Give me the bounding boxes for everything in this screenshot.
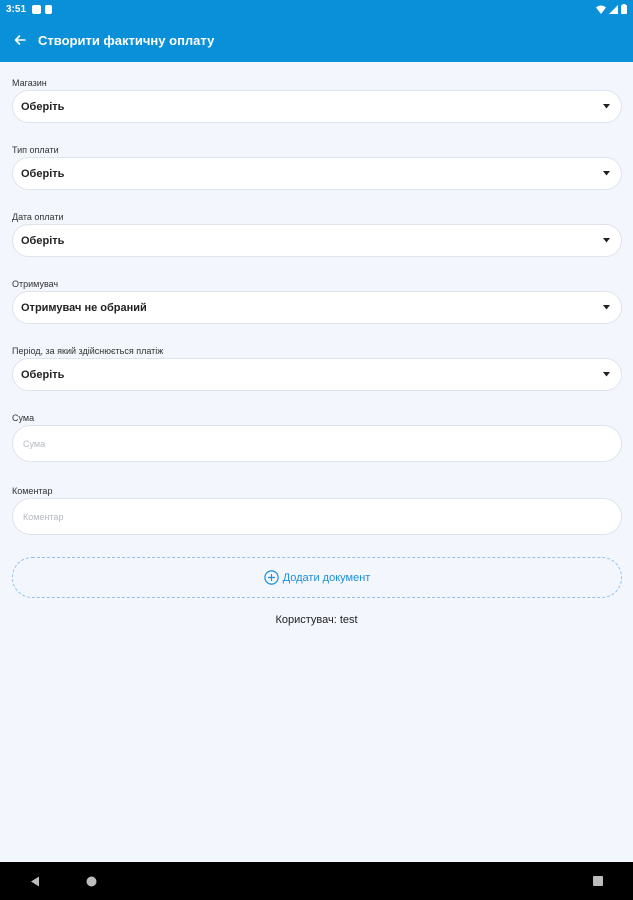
payment-date-select[interactable]: Оберіть [12,224,622,257]
store-label: Магазин [12,78,47,88]
sim-icon [45,4,53,14]
page-title: Створити фактичну оплату [38,32,215,48]
wifi-icon [596,5,606,14]
add-document-button[interactable]: Додати документ [12,557,622,598]
back-arrow-icon[interactable] [12,32,28,48]
app-bar: Створити фактичну оплату [0,18,633,62]
store-field: Магазин Оберіть [12,76,622,123]
system-nav-bar [0,862,633,900]
current-user-label: Користувач: test [275,614,358,626]
chevron-down-icon [601,102,611,112]
nav-home-icon[interactable] [84,874,98,888]
status-time: 3:51 [6,3,27,15]
battery-icon [621,4,627,14]
recipient-label: Отримувач [12,279,59,289]
nav-recents-icon[interactable] [591,874,605,888]
payment-date-field: Дата оплати Оберіть [12,210,622,257]
period-label: Період, за який здійснюється платіж [12,346,164,356]
payment-type-field: Тип оплати Оберіть [12,143,622,190]
signal-icon [609,4,618,14]
period-select[interactable]: Оберіть [12,358,622,391]
chevron-down-icon [601,303,611,313]
store-select-value: Оберіть [21,100,65,113]
chevron-down-icon [601,236,611,246]
amount-label: Сума [12,413,35,423]
payment-form: Магазин Оберіть Тип оплати Оберіть Дата … [12,76,622,535]
payment-type-select[interactable]: Оберіть [12,157,622,190]
amount-field: Сума [12,411,622,462]
plus-circle-icon [263,570,279,585]
nav-back-icon[interactable] [28,874,42,888]
store-select[interactable]: Оберіть [12,90,622,123]
comment-label: Коментар [12,486,53,496]
status-bar: 3:51 [0,0,633,18]
recipient-select-value: Отримувач не обраний [21,301,147,314]
chevron-down-icon [601,169,611,179]
recipient-select[interactable]: Отримувач не обраний [12,291,622,324]
payment-date-label: Дата оплати [12,212,64,222]
chevron-down-icon [601,370,611,380]
add-document-label: Додати документ [282,571,371,584]
payment-date-select-value: Оберіть [21,234,65,247]
recipient-field: Отримувач Отримувач не обраний [12,277,622,324]
payment-type-label: Тип оплати [12,145,59,155]
payment-type-select-value: Оберіть [21,167,65,180]
amount-input[interactable] [12,425,622,462]
period-select-value: Оберіть [21,368,65,381]
comment-input[interactable] [12,498,622,535]
period-field: Період, за який здійснюється платіж Обер… [12,344,622,391]
notification-icon [32,4,42,14]
comment-field: Коментар [12,484,622,535]
